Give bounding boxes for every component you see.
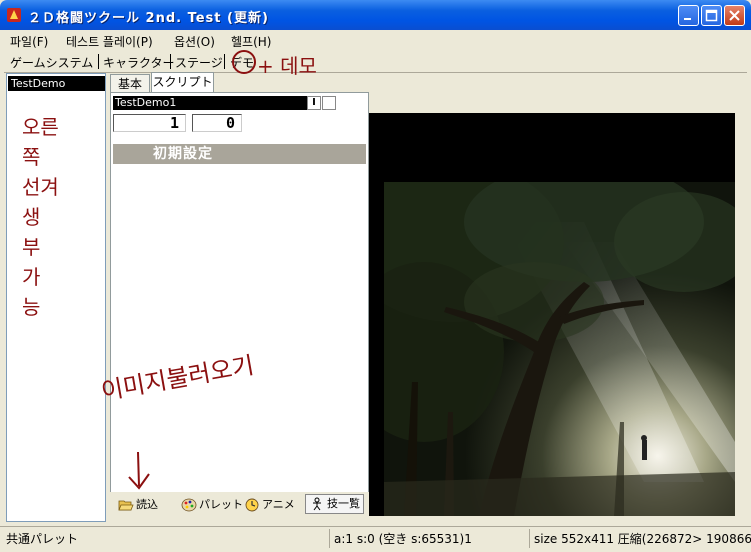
maximize-icon [705,9,718,22]
value-a-field[interactable]: 1 [113,114,186,132]
tab-basic[interactable]: 基本 [110,74,150,92]
move-list-label: 技一覧 [327,497,360,510]
tab-divider [224,54,225,69]
status-slots: a:1 s:0 (空き s:65531)1 [334,532,472,546]
fighter-icon [313,497,321,511]
status-divider [529,529,530,548]
value-b-field[interactable]: 0 [192,114,242,132]
app-icon [7,8,21,22]
script-name-field[interactable]: TestDemo1 [113,96,307,110]
top-tab-bar: ゲームシステム キャラクター ステージ デモ [4,50,747,73]
tab-divider [170,54,171,69]
section-header[interactable]: 初期設定 [113,144,366,164]
minimize-icon [684,18,691,20]
status-palette: 共通パレット [6,532,79,546]
bottom-toolbar: 読込 パレット アニメ 技一覧 [110,492,369,517]
status-bar: 共通パレット a:1 s:0 (空き s:65531)1 size 552x41… [0,526,751,552]
maximize-button[interactable] [701,5,722,26]
palette-label: パレット [199,498,243,511]
anime-label: アニメ [262,498,295,511]
status-divider [329,529,330,548]
background-image [384,182,735,516]
anime-button[interactable]: アニメ [244,496,295,514]
load-label: 読込 [136,498,158,511]
status-size: size 552x411 圧縮(226872> 190866 8 [534,532,751,546]
close-button[interactable] [724,5,745,26]
load-button[interactable]: 読込 [118,496,158,514]
annotation-left: 오른 쪽 선겨 생 부 가 능 [22,115,59,319]
move-list-button[interactable]: 技一覧 [305,494,364,514]
script-option-box[interactable] [322,96,336,110]
window-title: ２Ｄ格闘ツクール 2nd. Test (更新) [28,11,269,26]
forest-photo [384,182,735,516]
menu-test-play[interactable]: 테스트 플레이(P) [66,33,153,50]
tab-game-system[interactable]: ゲームシステム [10,54,93,71]
annotation-arrow-icon [128,451,150,490]
palette-button[interactable]: パレット [181,496,243,514]
title-bar: ２Ｄ格闘ツクール 2nd. Test (更新) [0,0,751,30]
tab-divider [98,54,99,69]
minimize-button[interactable] [678,5,699,26]
tab-character[interactable]: キャラクター [103,54,175,71]
menu-bar: 파일(F) 테스트 플레이(P) 옵션(O) 헬프(H) [4,30,747,50]
clock-icon [245,498,259,512]
menu-options[interactable]: 옵션(O) [174,33,215,50]
palette-icon [181,498,197,512]
close-icon [729,10,740,21]
tab-script[interactable]: スクリプト [151,72,214,93]
folder-open-icon [118,500,134,511]
menu-file[interactable]: 파일(F) [10,33,48,50]
text-cursor-indicator: I [307,96,321,110]
tab-stage[interactable]: ステージ [175,54,223,71]
demo-list-item[interactable]: TestDemo [8,76,105,91]
